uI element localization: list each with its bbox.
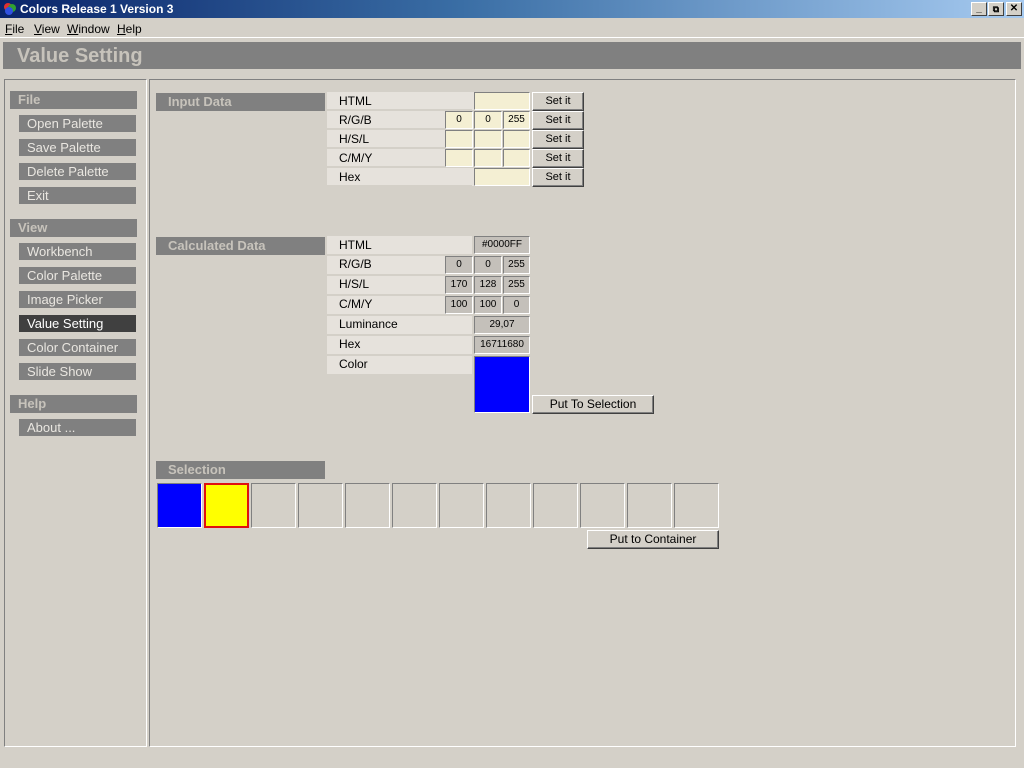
menu-window[interactable]: Window: [67, 22, 110, 36]
selection-swatch[interactable]: [345, 483, 390, 528]
calc-r-value: 0: [445, 256, 473, 274]
input-data-header: Input Data: [156, 93, 325, 111]
calc-s-value: 128: [474, 276, 502, 294]
sidebar-section-help: Help: [10, 395, 137, 413]
selection-swatch[interactable]: [439, 483, 484, 528]
calc-m-value: 100: [474, 296, 502, 314]
sidebar-item-exit[interactable]: Exit: [19, 187, 136, 204]
calc-hex-value: 16711680: [474, 336, 530, 354]
calc-h-value: 170: [445, 276, 473, 294]
calc-hex-label: Hex: [327, 336, 472, 355]
restore-button[interactable]: ⧉: [988, 2, 1004, 16]
sidebar-item-save-palette[interactable]: Save Palette: [19, 139, 136, 156]
input-hex-field[interactable]: [474, 168, 530, 186]
sidebar-item-delete-palette[interactable]: Delete Palette: [19, 163, 136, 180]
put-to-container-button[interactable]: Put to Container: [587, 530, 719, 549]
minimize-button[interactable]: _: [971, 2, 987, 16]
close-button[interactable]: ✕: [1006, 2, 1022, 16]
selection-swatch[interactable]: [251, 483, 296, 528]
calc-luminance-value: 29,07: [474, 316, 530, 334]
menu-help[interactable]: Help: [117, 22, 142, 36]
selection-swatch[interactable]: [298, 483, 343, 528]
set-hsl-button[interactable]: Set it: [532, 130, 584, 149]
input-r-field[interactable]: 0: [445, 111, 473, 129]
menu-view[interactable]: View: [34, 22, 60, 36]
app-icon: [4, 3, 16, 15]
color-preview-swatch: [474, 356, 530, 413]
selection-swatch[interactable]: [580, 483, 625, 528]
calc-l-value: 255: [503, 276, 530, 294]
input-g-field[interactable]: 0: [474, 111, 502, 129]
sidebar-item-color-container[interactable]: Color Container: [19, 339, 136, 356]
calc-b-value: 255: [503, 256, 530, 274]
selection-swatch[interactable]: [674, 483, 719, 528]
selection-swatch[interactable]: [486, 483, 531, 528]
put-to-selection-button[interactable]: Put To Selection: [532, 395, 654, 414]
calc-color-label: Color: [327, 356, 472, 375]
selection-swatch[interactable]: [533, 483, 578, 528]
selection-header: Selection: [156, 461, 325, 479]
set-html-button[interactable]: Set it: [532, 92, 584, 111]
page-title: Value Setting: [17, 45, 143, 67]
menu-bar: [0, 18, 1024, 38]
sidebar-item-slide-show[interactable]: Slide Show: [19, 363, 136, 380]
input-b-field[interactable]: 255: [503, 111, 530, 129]
window-title: Colors Release 1 Version 3: [20, 2, 174, 16]
sidebar-section-file: File: [10, 91, 137, 109]
sidebar-item-workbench[interactable]: Workbench: [19, 243, 136, 260]
selection-swatch[interactable]: [204, 483, 249, 528]
input-y-field[interactable]: [503, 149, 530, 167]
sidebar-item-value-setting[interactable]: Value Setting: [19, 315, 136, 332]
input-hex-label: Hex: [327, 168, 472, 186]
sidebar-item-open-palette[interactable]: Open Palette: [19, 115, 136, 132]
sidebar-item-image-picker[interactable]: Image Picker: [19, 291, 136, 308]
sidebar-item-about[interactable]: About ...: [19, 419, 136, 436]
set-rgb-button[interactable]: Set it: [532, 111, 584, 130]
input-c-field[interactable]: [445, 149, 473, 167]
calculated-data-header: Calculated Data: [156, 237, 325, 255]
input-l-field[interactable]: [503, 130, 530, 148]
selection-swatch[interactable]: [157, 483, 202, 528]
calc-html-label: HTML: [327, 236, 472, 255]
input-h-field[interactable]: [445, 130, 473, 148]
input-m-field[interactable]: [474, 149, 502, 167]
selection-swatch[interactable]: [392, 483, 437, 528]
calc-g-value: 0: [474, 256, 502, 274]
menu-file[interactable]: File: [5, 22, 24, 36]
input-html-label: HTML: [327, 92, 472, 110]
calc-y-value: 0: [503, 296, 530, 314]
selection-swatch[interactable]: [627, 483, 672, 528]
set-hex-button[interactable]: Set it: [532, 168, 584, 187]
minimize-icon: _: [976, 3, 982, 14]
sidebar-item-color-palette[interactable]: Color Palette: [19, 267, 136, 284]
calc-c-value: 100: [445, 296, 473, 314]
calc-luminance-label: Luminance: [327, 316, 472, 335]
close-icon: ✕: [1009, 3, 1019, 14]
sidebar-section-view: View: [10, 219, 137, 237]
set-cmy-button[interactable]: Set it: [532, 149, 584, 168]
input-s-field[interactable]: [474, 130, 502, 148]
page-header: [3, 42, 1021, 69]
input-html-field[interactable]: [474, 92, 530, 110]
restore-icon: ⧉: [992, 4, 1000, 14]
calc-html-value: #0000FF: [474, 236, 530, 254]
